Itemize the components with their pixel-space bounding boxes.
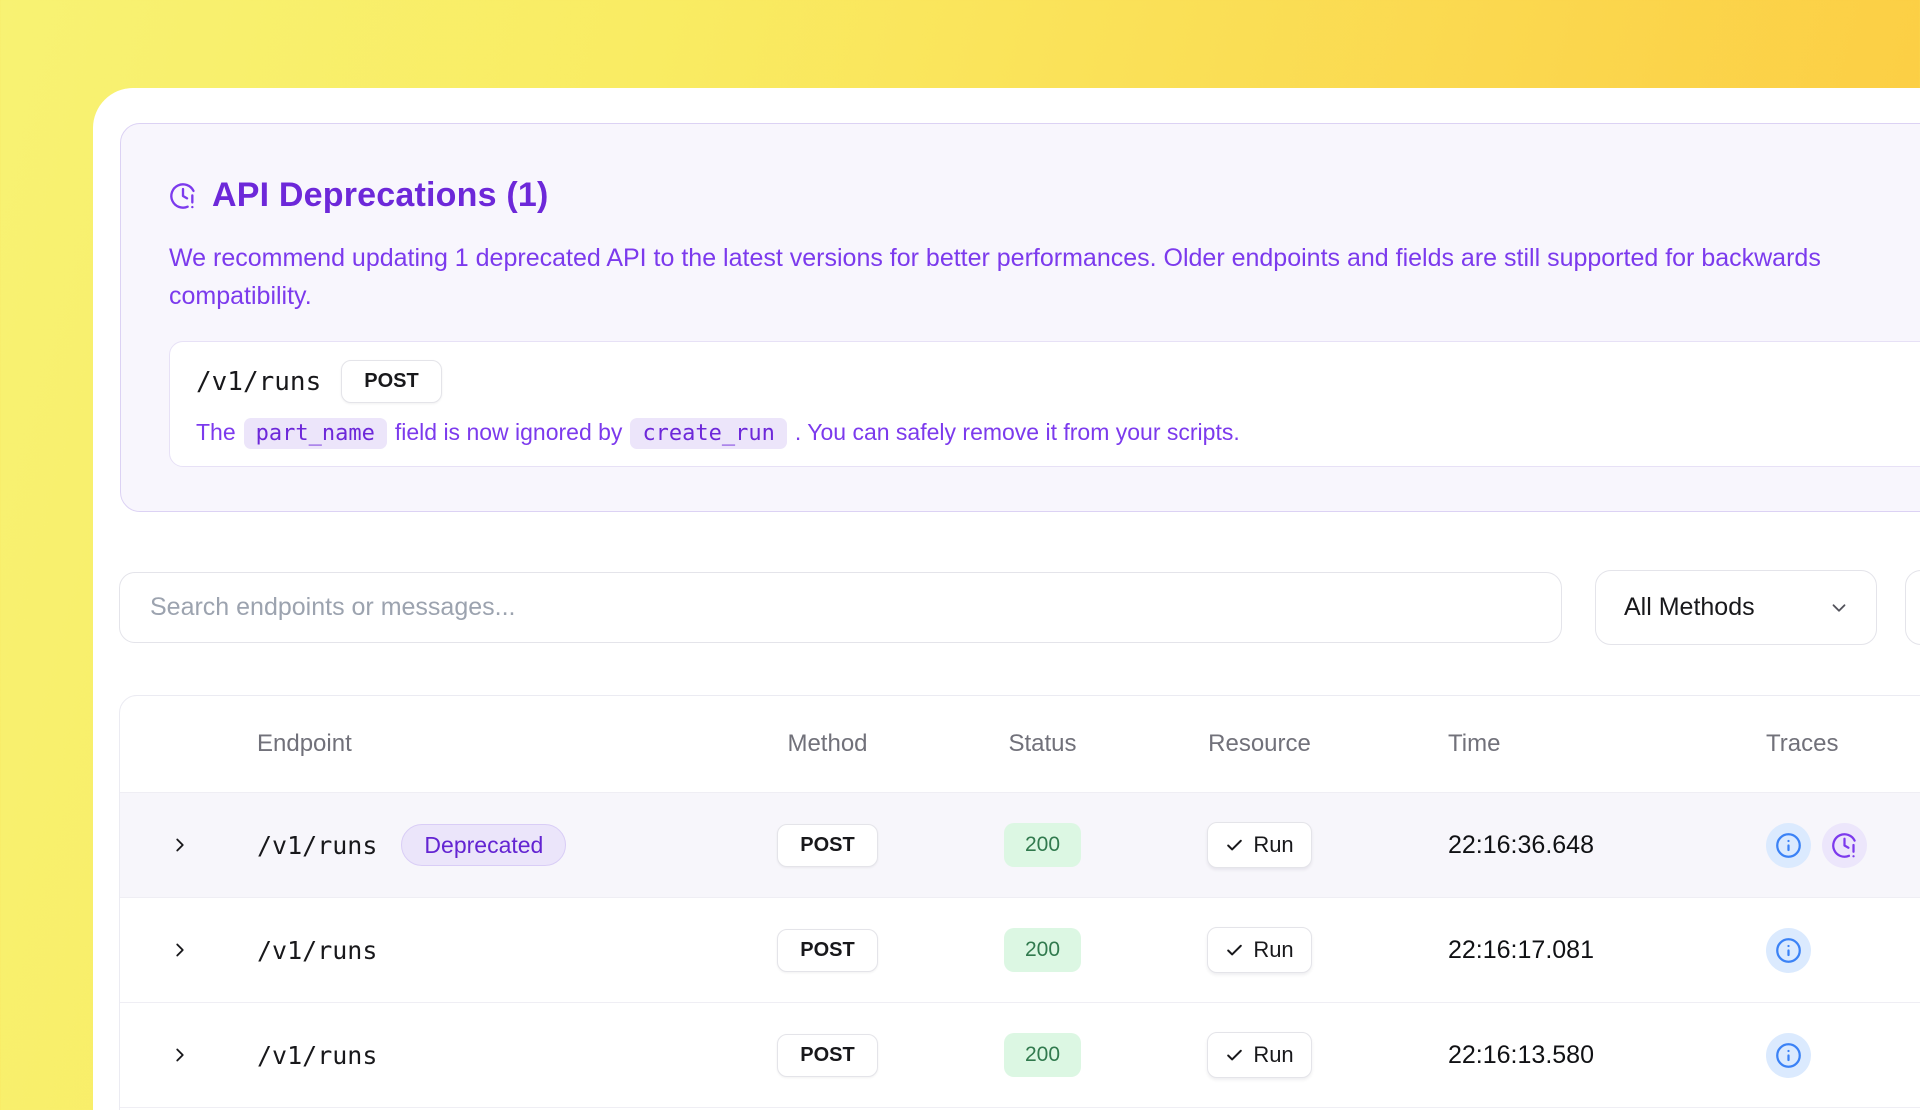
endpoint-cell: /v1/runs [257,936,377,965]
resource-label: Run [1253,937,1293,963]
filter-toolbar: All Methods [119,570,1920,645]
expand-row-button[interactable] [120,834,211,856]
secondary-filter-button[interactable] [1905,570,1920,645]
chevron-right-icon [169,834,191,856]
table-row: /v1/runs POST 200 Run 22:16:13.580 [120,1003,1920,1108]
check-icon [1225,836,1244,855]
deprecations-description: We recommend updating 1 deprecated API t… [169,239,1920,315]
column-header-traces: Traces [1719,730,1920,758]
status-badge: 200 [1004,928,1081,972]
clock-alert-icon [169,182,197,210]
deprecation-clock-icon[interactable] [1822,823,1867,868]
page-background: { "deprecation_card": { "title": "API De… [0,0,1920,1110]
api-deprecations-card: API Deprecations (1) We recommend updati… [120,123,1920,512]
chevron-down-icon [1828,597,1850,619]
expand-row-button[interactable] [120,939,211,961]
deprecations-title: API Deprecations (1) [212,176,549,215]
method-filter-dropdown[interactable]: All Methods [1595,570,1877,645]
table-row: /v1/runs Deprecated POST 200 Run 22:16:3… [120,793,1920,898]
method-filter-value: All Methods [1624,593,1755,622]
time-cell: 22:16:17.081 [1343,936,1719,965]
check-icon [1225,1046,1244,1065]
method-badge: POST [777,824,877,867]
message-suffix: . You can safely remove it from your scr… [795,419,1240,445]
endpoint-cell: /v1/runs [257,831,377,860]
deprecations-header: API Deprecations (1) [169,176,1920,215]
method-badge: POST [777,1034,877,1077]
endpoint-cell: /v1/runs [257,1041,377,1070]
time-cell: 22:16:36.648 [1343,831,1719,860]
resource-label: Run [1253,1042,1293,1068]
chevron-right-icon [169,939,191,961]
time-cell: 22:16:13.580 [1343,1041,1719,1070]
main-panel: API Deprecations (1) We recommend updati… [93,88,1920,1110]
deprecated-badge: Deprecated [401,824,566,866]
resource-badge: Run [1207,822,1311,868]
code-chip-part-name: part_name [244,418,387,449]
info-icon[interactable] [1766,823,1811,868]
info-icon[interactable] [1766,928,1811,973]
deprecated-endpoint-header: /v1/runs POST [196,360,1920,403]
description-line-1: We recommend updating 1 deprecated API t… [169,239,1920,277]
message-middle: field is now ignored by [395,419,623,445]
search-input[interactable] [119,572,1562,643]
check-icon [1225,941,1244,960]
status-badge: 200 [1004,823,1081,867]
status-badge: 200 [1004,1033,1081,1077]
requests-table: Endpoint Method Status Resource Time Tra… [119,695,1920,1110]
resource-badge: Run [1207,927,1311,973]
method-badge: POST [777,929,877,972]
table-row: /v1/runs POST 200 Run 22:16:17.081 [120,898,1920,1003]
column-header-endpoint: Endpoint [211,730,746,758]
expand-row-button[interactable] [120,1044,211,1066]
endpoint-path: /v1/runs [196,367,321,397]
column-header-time: Time [1343,730,1719,758]
chevron-right-icon [169,1044,191,1066]
column-header-method: Method [746,730,909,758]
info-icon[interactable] [1766,1033,1811,1078]
description-line-2: compatibility. [169,277,1920,315]
column-header-status: Status [909,730,1176,758]
deprecated-endpoint-card: /v1/runs POST The part_name field is now i… [169,341,1920,467]
table-header-row: Endpoint Method Status Resource Time Tra… [120,696,1920,793]
deprecation-message: The part_name field is now ignored by creat… [196,419,1920,446]
column-header-resource: Resource [1176,730,1343,758]
resource-label: Run [1253,832,1293,858]
message-prefix: The [196,419,236,445]
resource-badge: Run [1207,1032,1311,1078]
endpoint-method-badge: POST [341,360,441,403]
code-chip-create-run: create_run [630,418,786,449]
